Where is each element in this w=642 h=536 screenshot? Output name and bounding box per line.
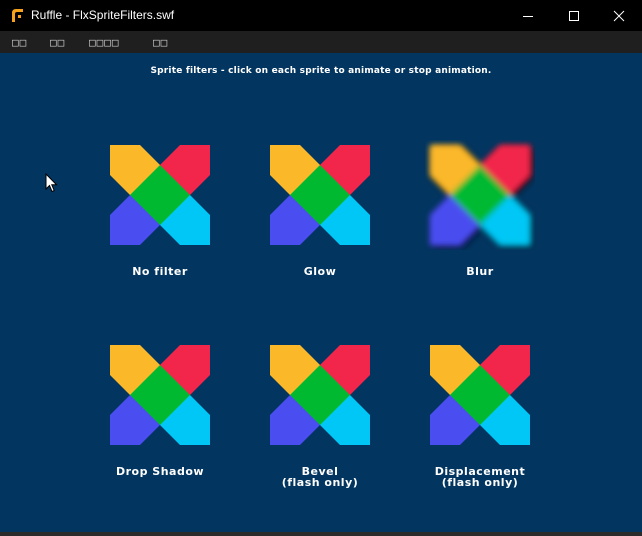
sprite-cell-blur[interactable]: Blur: [400, 145, 560, 305]
sprite-label: Displacement (flash only): [434, 465, 526, 489]
maximize-icon: [569, 10, 579, 21]
window-bottom-edge: [0, 532, 642, 536]
sprite-cell-glow[interactable]: Glow: [240, 145, 400, 305]
sprite-cell-displacement[interactable]: Displacement (flash only): [400, 345, 560, 505]
close-button[interactable]: [596, 0, 642, 31]
menu-bar: □□ □□ □□□□ □□: [0, 31, 642, 53]
sprite-label: No filter: [132, 265, 188, 278]
sprite-cell-no-filter[interactable]: No filter: [80, 145, 240, 305]
menu-item-debug[interactable]: □□□□: [89, 34, 120, 50]
minimize-button[interactable]: [505, 0, 551, 31]
sprite-blur[interactable]: [425, 140, 535, 250]
sprite-cell-bevel[interactable]: Bevel (flash only): [240, 345, 400, 505]
title-bar[interactable]: Ruffle - FlxSpriteFilters.swf: [0, 0, 642, 31]
window-title: Ruffle - FlxSpriteFilters.swf: [31, 8, 175, 22]
close-icon: [613, 10, 625, 21]
sprite-label: Blur: [466, 265, 494, 278]
sprite-cell-drop-shadow[interactable]: Drop Shadow: [80, 345, 240, 505]
sprite-drop-shadow[interactable]: [110, 345, 210, 445]
sprite-label: Bevel (flash only): [281, 465, 359, 489]
sprite-label: Glow: [303, 265, 337, 278]
ruffle-logo-icon: [12, 9, 23, 22]
instructions-text: Sprite filters - click on each sprite to…: [150, 66, 492, 76]
menu-item-controls[interactable]: □□: [50, 34, 65, 50]
mouse-cursor-icon: [45, 173, 58, 193]
sprite-displacement[interactable]: [430, 345, 530, 445]
maximize-button[interactable]: [551, 0, 597, 31]
sprite-label: Drop Shadow: [115, 465, 205, 478]
flash-stage[interactable]: Sprite filters - click on each sprite to…: [0, 53, 642, 536]
sprite-bevel[interactable]: [270, 345, 370, 445]
sprite-glow[interactable]: [270, 145, 370, 245]
menu-item-help[interactable]: □□: [153, 34, 168, 50]
menu-item-file[interactable]: □□: [12, 34, 27, 50]
minimize-icon: [523, 15, 533, 17]
sprite-no-filter[interactable]: [110, 145, 210, 245]
